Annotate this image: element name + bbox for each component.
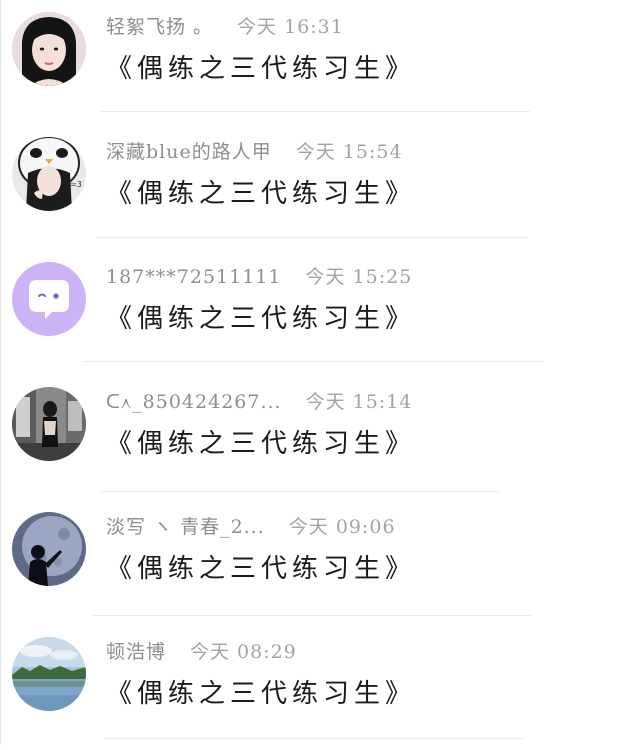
item-divider bbox=[100, 111, 530, 112]
username-link[interactable]: 淡写 ヽ 青春_2... bbox=[106, 516, 265, 538]
avatar[interactable] bbox=[12, 387, 86, 461]
comment-text: 《偶练之三代练习生》 bbox=[106, 179, 417, 209]
comment-meta: ᑕ᧘_850424267... 今天 15:14 bbox=[106, 387, 412, 413]
item-divider bbox=[96, 237, 528, 238]
comment-meta: 187***72511111 今天 15:25 bbox=[106, 262, 412, 288]
comment-meta: 深藏blue的路人甲 今天 15:54 bbox=[106, 137, 403, 163]
timestamp: 今天 15:14 bbox=[305, 391, 413, 413]
comment-item: =3 深藏blue的路人甲 今天 15:54 《偶练之三代练习生》 bbox=[0, 125, 640, 250]
comment-text: 《偶练之三代练习生》 bbox=[106, 554, 417, 584]
timestamp: 今天 15:54 bbox=[295, 141, 403, 163]
item-divider bbox=[82, 361, 544, 362]
avatar[interactable] bbox=[12, 12, 86, 86]
comment-item: 顿浩博 今天 08:29 《偶练之三代练习生》 bbox=[0, 625, 640, 750]
avatar[interactable] bbox=[12, 637, 86, 711]
comment-item: 轻絮飞扬 。 今天 16:31 《偶练之三代练习生》 bbox=[0, 0, 640, 125]
avatar[interactable] bbox=[12, 512, 86, 586]
username-link[interactable]: 轻絮飞扬 。 bbox=[106, 16, 213, 38]
username-link[interactable]: 深藏blue的路人甲 bbox=[106, 141, 272, 163]
username-link[interactable]: 187***72511111 bbox=[106, 266, 281, 288]
comment-meta: 轻絮飞扬 。 今天 16:31 bbox=[106, 12, 344, 38]
timestamp: 今天 16:31 bbox=[237, 16, 344, 38]
comment-text: 《偶练之三代练习生》 bbox=[106, 429, 417, 459]
comment-meta: 顿浩博 今天 08:29 bbox=[106, 637, 297, 663]
comment-text: 《偶练之三代练习生》 bbox=[106, 54, 417, 84]
username-link[interactable]: 顿浩博 bbox=[106, 641, 166, 663]
comment-item: 淡写 ヽ 青春_2... 今天 09:06 《偶练之三代练习生》 bbox=[0, 500, 640, 625]
item-divider bbox=[100, 491, 500, 492]
comment-item: ᑕ᧘_850424267... 今天 15:14 《偶练之三代练习生》 bbox=[0, 375, 640, 500]
comment-item: 187***72511111 今天 15:25 《偶练之三代练习生》 bbox=[0, 250, 640, 375]
item-divider bbox=[104, 738, 524, 739]
comment-meta: 淡写 ヽ 青春_2... 今天 09:06 bbox=[106, 512, 396, 538]
timestamp: 今天 09:06 bbox=[288, 516, 396, 538]
svg-text:=3: =3 bbox=[70, 180, 82, 189]
item-divider bbox=[92, 615, 532, 616]
timestamp: 今天 08:29 bbox=[190, 641, 297, 663]
comment-text: 《偶练之三代练习生》 bbox=[106, 679, 417, 709]
comment-text: 《偶练之三代练习生》 bbox=[106, 304, 417, 334]
default-avatar-icon[interactable] bbox=[12, 262, 86, 336]
timestamp: 今天 15:25 bbox=[305, 266, 413, 288]
username-link[interactable]: ᑕ᧘_850424267... bbox=[106, 391, 282, 413]
avatar[interactable]: =3 bbox=[12, 137, 86, 211]
